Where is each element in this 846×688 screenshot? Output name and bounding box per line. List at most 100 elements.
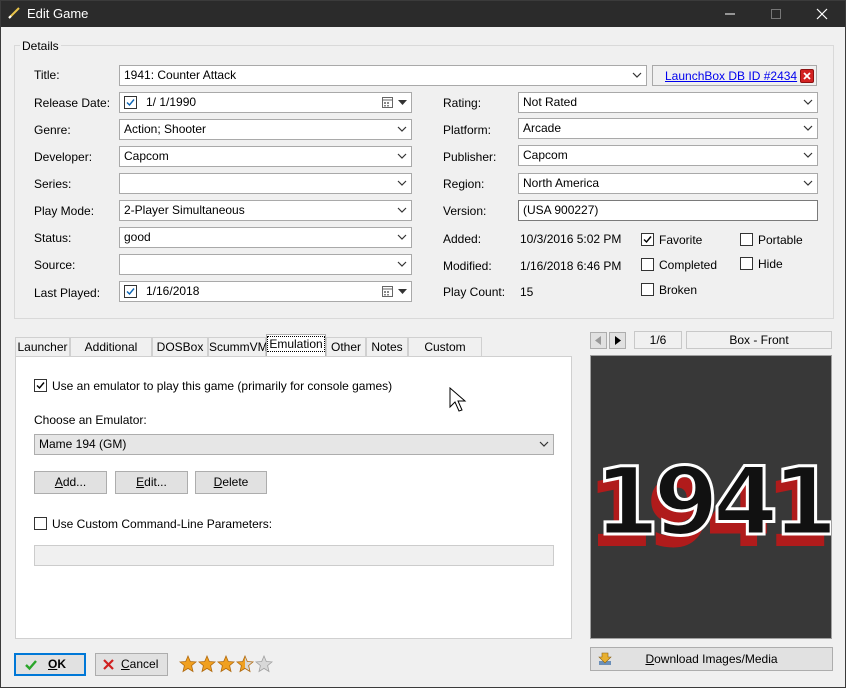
favorite-checkbox[interactable] <box>641 233 654 246</box>
rating-combo[interactable]: Not Rated <box>518 92 818 113</box>
completed-checkbox[interactable] <box>641 258 654 271</box>
tab-other[interactable]: Other <box>326 337 366 356</box>
checkmark-icon <box>126 288 135 296</box>
previous-image-button[interactable] <box>590 332 607 349</box>
broken-checkbox[interactable] <box>641 283 654 296</box>
maximize-button[interactable] <box>753 1 799 27</box>
platform-combo[interactable]: Arcade <box>518 118 818 139</box>
dropdown-arrow-icon[interactable] <box>398 289 407 295</box>
tab-additional-apps[interactable]: Additional Apps <box>70 337 152 372</box>
last-played-label: Last Played: <box>34 286 101 300</box>
title-combo[interactable]: 1941: Counter Attack <box>119 65 647 86</box>
delete-emulator-button[interactable]: Delete <box>195 471 267 494</box>
chevron-down-icon <box>397 126 407 132</box>
download-media-button[interactable]: Download Images/Media <box>590 647 833 671</box>
use-emulator-checkbox[interactable] <box>34 379 47 392</box>
arrow-right-icon <box>615 336 621 345</box>
play-count-value: 15 <box>520 285 534 299</box>
hide-checkbox[interactable] <box>740 257 753 270</box>
platform-label: Platform: <box>443 123 492 137</box>
star-icon[interactable] <box>217 655 235 673</box>
series-label: Series: <box>34 177 72 191</box>
logo-text: 1941 <box>594 448 831 557</box>
pencil-icon <box>8 7 20 19</box>
launchbox-db-link[interactable]: LaunchBox DB ID #2434 <box>665 69 797 83</box>
added-label: Added: <box>443 232 482 246</box>
status-value: good <box>124 230 151 244</box>
arrow-left-icon <box>595 336 601 345</box>
play-mode-combo[interactable]: 2-Player Simultaneous <box>119 200 412 221</box>
use-emulator-label: Use an emulator to play this game (prima… <box>52 379 393 393</box>
play-mode-value: 2-Player Simultaneous <box>124 203 245 217</box>
platform-value: Arcade <box>523 121 562 135</box>
version-label: Version: <box>443 204 487 218</box>
developer-combo[interactable]: Capcom <box>119 146 412 167</box>
release-date-checkbox[interactable] <box>124 96 137 109</box>
custom-params-checkbox[interactable] <box>34 517 47 530</box>
remove-link-button[interactable] <box>800 69 814 83</box>
tab-custom-fields[interactable]: Custom Fields <box>408 337 482 372</box>
close-icon <box>803 72 811 80</box>
release-date-picker[interactable]: 1/ 1/1990 <box>119 92 412 113</box>
edit-emulator-button[interactable]: Edit... <box>115 471 188 494</box>
checkmark-icon <box>126 99 135 107</box>
download-media-label: Download Images/Media <box>645 652 778 666</box>
tab-dosbox[interactable]: DOSBox <box>152 337 208 356</box>
added-value: 10/3/2016 5:02 PM <box>520 232 622 246</box>
genre-combo[interactable]: Action; Shooter <box>119 119 412 140</box>
last-played-checkbox[interactable] <box>124 285 137 298</box>
tab-launcher[interactable]: Launcher <box>15 337 70 356</box>
close-button[interactable] <box>799 1 845 27</box>
calendar-icon[interactable] <box>382 97 393 108</box>
emulator-value: Mame 194 (GM) <box>39 437 127 451</box>
status-combo[interactable]: good <box>119 227 412 248</box>
release-date-value: 1/ 1/1990 <box>146 95 197 109</box>
calendar-icon[interactable] <box>382 286 393 297</box>
cancel-label: Cancel <box>121 657 159 671</box>
star-icon[interactable] <box>179 655 197 673</box>
image-type-label[interactable]: Box - Front <box>686 331 832 349</box>
minimize-icon <box>725 13 735 15</box>
mouse-cursor-icon <box>449 387 467 412</box>
game-image: 1941 1941 <box>587 355 839 639</box>
favorite-label: Favorite <box>659 233 703 247</box>
download-icon <box>598 652 612 665</box>
star-icon[interactable] <box>255 655 273 673</box>
publisher-combo[interactable]: Capcom <box>518 145 818 166</box>
emulator-select[interactable]: Mame 194 (GM) <box>34 434 554 455</box>
genre-value: Action; Shooter <box>124 122 207 136</box>
chevron-down-icon <box>397 261 407 267</box>
tab-notes[interactable]: Notes <box>366 337 408 356</box>
chevron-down-icon <box>803 99 813 105</box>
next-image-button[interactable] <box>609 332 626 349</box>
version-input[interactable]: (USA 900227) <box>518 200 818 221</box>
chevron-down-icon <box>632 72 642 78</box>
star-icon[interactable] <box>236 655 254 673</box>
hide-label: Hide <box>758 257 783 271</box>
custom-params-input[interactable] <box>34 545 554 566</box>
developer-label: Developer: <box>34 150 93 164</box>
star-icon[interactable] <box>198 655 216 673</box>
image-counter: 1/6 <box>634 331 682 349</box>
custom-params-label: Use Custom Command-Line Parameters: <box>52 517 273 531</box>
series-combo[interactable] <box>119 173 412 194</box>
rating-label: Rating: <box>443 96 482 110</box>
cancel-button[interactable]: Cancel <box>95 653 168 676</box>
last-played-picker[interactable]: 1/16/2018 <box>119 281 412 302</box>
minimize-button[interactable] <box>707 1 753 27</box>
tab-scummvm[interactable]: ScummVM <box>208 337 268 356</box>
add-emulator-button[interactable]: Add... <box>34 471 107 494</box>
region-combo[interactable]: North America <box>518 173 818 194</box>
portable-checkbox[interactable] <box>740 233 753 246</box>
details-group-label: Details <box>20 39 61 53</box>
rating-value: Not Rated <box>523 95 578 109</box>
chevron-down-icon <box>803 152 813 158</box>
window-title: Edit Game <box>27 6 89 21</box>
checkmark-icon <box>36 382 45 390</box>
source-combo[interactable] <box>119 254 412 275</box>
region-label: Region: <box>443 177 485 191</box>
ok-button[interactable]: OK <box>14 653 86 676</box>
title-bar[interactable]: Edit Game <box>1 1 845 27</box>
tab-emulation[interactable]: Emulation <box>266 334 326 356</box>
dropdown-arrow-icon[interactable] <box>398 100 407 106</box>
